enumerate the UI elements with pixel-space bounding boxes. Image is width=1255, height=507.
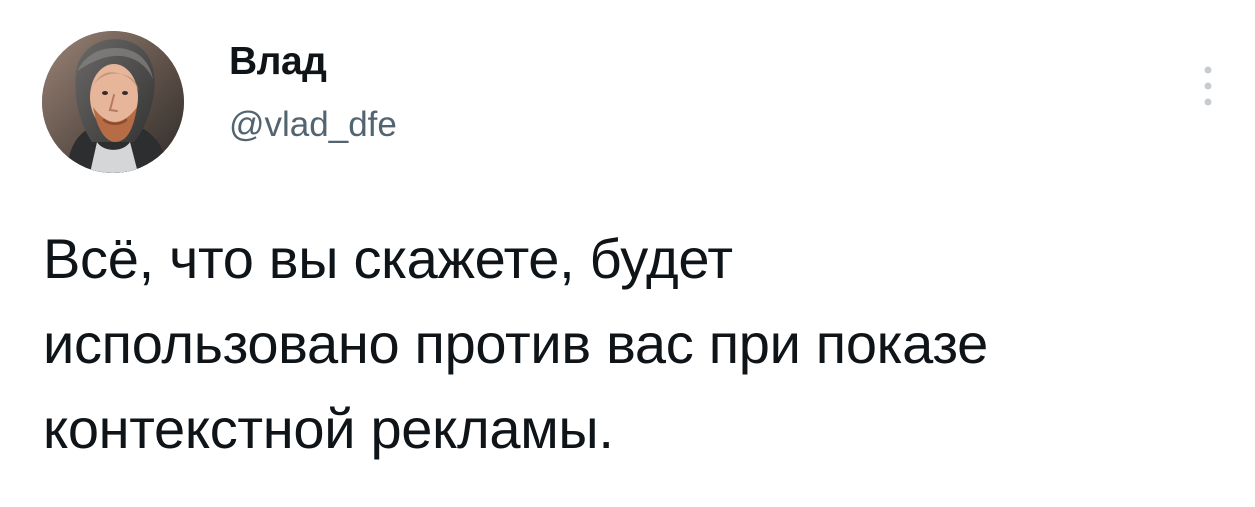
tweet-line-2: использовано против вас при показе [43,312,988,375]
more-options-button[interactable] [1193,63,1223,109]
avatar[interactable] [42,31,184,173]
avatar-image [42,31,184,173]
author-handle[interactable]: @vlad_dfe [229,107,397,142]
tweet-card: Влад @vlad_dfe Всё, что вы скажете, буде… [0,0,1255,507]
tweet-text: Всё, что вы скажете, будет использовано … [43,216,1223,471]
more-vertical-icon [1204,66,1212,106]
tweet-line-1: Всё, что вы скажете, будет [43,227,733,290]
author-display-name[interactable]: Влад [229,42,327,81]
tweet-line-3: контекстной рекламы. [43,397,614,460]
